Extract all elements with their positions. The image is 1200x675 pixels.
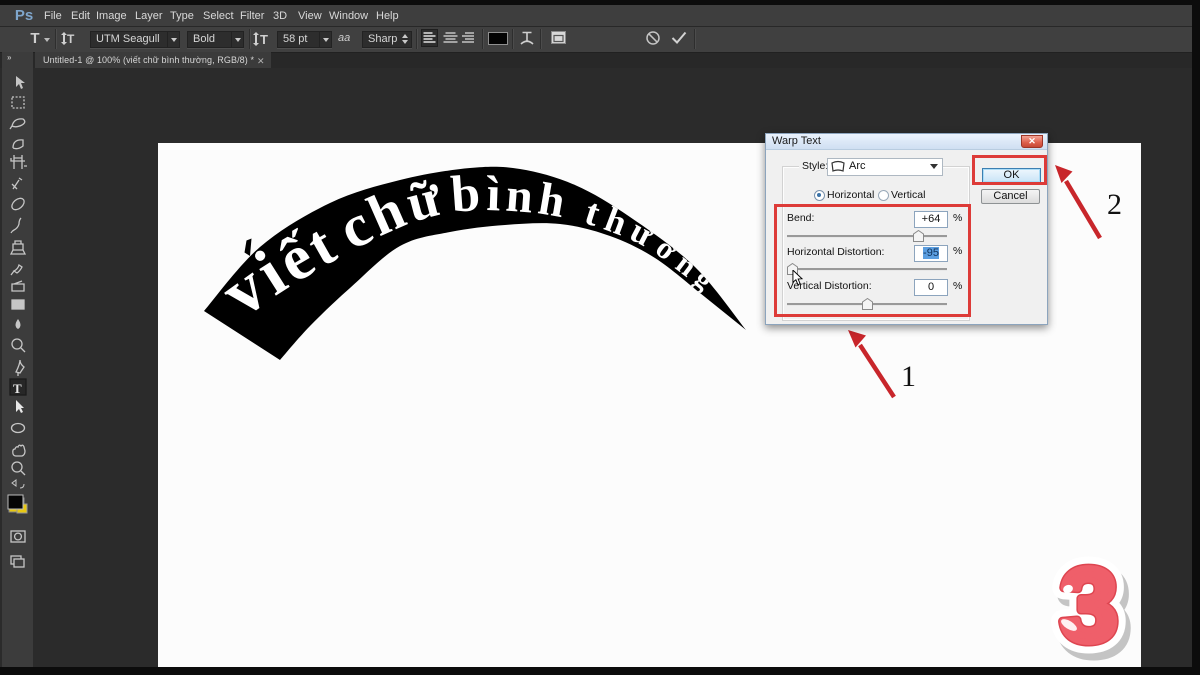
svg-text:»: » [7,53,12,62]
svg-text:T: T [13,381,22,396]
svg-text:T: T [260,32,268,47]
svg-text:T: T [67,32,75,46]
